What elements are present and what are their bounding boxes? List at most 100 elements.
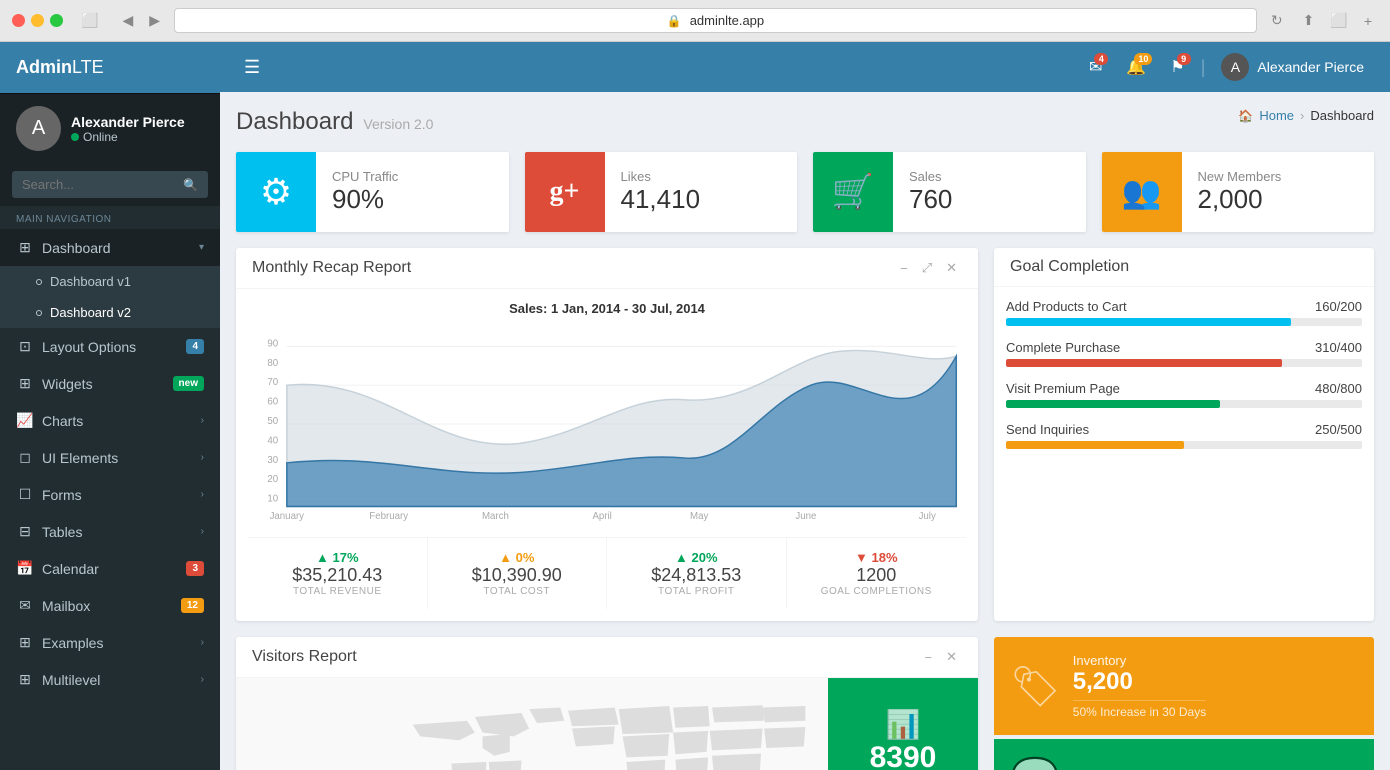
chevron-right-icon: ›	[201, 415, 204, 426]
box-tools: − ⤢ ✕	[895, 258, 962, 278]
messages-button[interactable]: ✉ 4	[1079, 51, 1112, 83]
refresh-button[interactable]: ↻	[1265, 10, 1289, 31]
goal-bar-3	[1006, 400, 1220, 408]
sidebar-label-calendar: Calendar	[42, 561, 178, 577]
messages-badge: 4	[1094, 53, 1108, 65]
breadcrumb-separator: ›	[1300, 108, 1304, 123]
close-dot[interactable]	[12, 14, 25, 27]
submenu-item-dashboard-v2: Dashboard v2	[0, 297, 220, 328]
url-bar[interactable]: 🔒 adminlte.app	[174, 8, 1257, 33]
nav-toggle-button[interactable]: ☰	[236, 53, 268, 82]
svg-text:20: 20	[267, 474, 278, 485]
user-name: Alexander Pierce	[71, 114, 185, 130]
app-container: AdminLTE A Alexander Pierce Online 🔍 MAI…	[0, 42, 1390, 770]
goal-progress-3	[1006, 400, 1362, 408]
notifications-button[interactable]: 🔔 10	[1116, 51, 1156, 83]
sidebar-item-layout-options: ⊡ Layout Options 4	[0, 328, 220, 365]
chevron-right-icon-2: ›	[201, 452, 204, 463]
flags-button[interactable]: ⚑ 9	[1160, 51, 1194, 83]
goal-label-1: Add Products to Cart	[1006, 299, 1127, 314]
close-visitors-button[interactable]: ✕	[941, 647, 962, 667]
sidebar-link-mailbox[interactable]: ✉ Mailbox 12	[0, 587, 220, 624]
minimize-box-button[interactable]: −	[895, 258, 913, 278]
sidebar-link-examples[interactable]: ⊞ Examples ›	[0, 624, 220, 661]
submenu-link-dashboard-v1[interactable]: Dashboard v1	[0, 266, 220, 297]
chart-container: Sales: 1 Jan, 2014 - 30 Jul, 2014 90 80 …	[248, 301, 966, 529]
minimize-dot[interactable]	[31, 14, 44, 27]
inventory-widget: 🏷 Inventory 5,200 50% Increase in 30 Day…	[994, 637, 1374, 735]
cost-value: $10,390.90	[436, 565, 599, 586]
sidebar-link-layout-options[interactable]: ⊡ Layout Options 4	[0, 328, 220, 365]
dashboard-submenu: Dashboard v1 Dashboard v2	[0, 266, 220, 328]
goal-value-4: 250/500	[1315, 422, 1362, 437]
submenu-label-dashboard-v2: Dashboard v2	[50, 305, 131, 320]
cost-label: TOTAL COST	[436, 586, 599, 597]
sidebar-link-calendar[interactable]: 📅 Calendar 3	[0, 550, 220, 587]
share-button[interactable]: ⬆	[1297, 10, 1321, 31]
sidebar-link-tables[interactable]: ⊟ Tables ›	[0, 513, 220, 550]
close-box-button[interactable]: ✕	[941, 258, 962, 278]
likes-label: Likes	[621, 169, 701, 184]
chevron-down-icon: ▾	[199, 242, 204, 253]
svg-text:June: June	[795, 511, 816, 522]
navbar-user-menu[interactable]: A Alexander Pierce	[1211, 47, 1374, 87]
ui-icon: ◻	[16, 449, 34, 466]
submenu-item-dashboard-v1: Dashboard v1	[0, 266, 220, 297]
sidebar-link-dashboard[interactable]: ⊞ Dashboard ▾	[0, 229, 220, 266]
cost-change: ▲ 0%	[436, 550, 599, 565]
search-bar[interactable]: 🔍	[12, 171, 208, 198]
inventory-sub: 50% Increase in 30 Days	[1073, 700, 1206, 719]
chevron-right-icon-6: ›	[201, 674, 204, 685]
breadcrumb-home-link[interactable]: Home	[1259, 108, 1294, 123]
goal-value-3: 480/800	[1315, 381, 1362, 396]
sidebar-link-ui-elements[interactable]: ◻ UI Elements ›	[0, 439, 220, 476]
stat-cost: ▲ 0% $10,390.90 TOTAL COST	[428, 538, 608, 609]
main-wrapper: ☰ ✉ 4 🔔 10 ⚑ 9 | A Alexander Pierc	[220, 42, 1390, 770]
new-tab-button[interactable]: ⬜	[1324, 10, 1353, 31]
extensions-button[interactable]: +	[1358, 10, 1378, 31]
sidebar-label-mailbox: Mailbox	[42, 598, 173, 614]
sidebar-link-forms[interactable]: ☐ Forms ›	[0, 476, 220, 513]
mentions-widget: 💬 Mentions	[994, 739, 1374, 770]
monthly-recap-box: Monthly Recap Report − ⤢ ✕ Sales: 1 Jan,…	[236, 248, 978, 621]
members-value: 2,000	[1198, 184, 1282, 215]
sidebar-link-widgets[interactable]: ⊞ Widgets new	[0, 365, 220, 402]
goal-bar-4	[1006, 441, 1184, 449]
revenue-value: $35,210.43	[256, 565, 419, 586]
submenu-link-dashboard-v2[interactable]: Dashboard v2	[0, 297, 220, 328]
top-navbar: ☰ ✉ 4 🔔 10 ⚑ 9 | A Alexander Pierc	[220, 42, 1390, 92]
maximize-dot[interactable]	[50, 14, 63, 27]
search-icon: 🔍	[183, 178, 198, 192]
browser-nav: ◀ ▶	[116, 10, 166, 31]
sidebar-link-multilevel[interactable]: ⊞ Multilevel ›	[0, 661, 220, 698]
avatar: A	[16, 106, 61, 151]
sidebar-toggle-btn[interactable]: ⬜	[75, 10, 104, 31]
svg-text:May: May	[690, 511, 708, 522]
sidebar-link-charts[interactable]: 📈 Charts ›	[0, 402, 220, 439]
svg-text:April: April	[592, 511, 611, 522]
forward-button[interactable]: ▶	[143, 10, 166, 31]
examples-icon: ⊞	[16, 634, 34, 651]
goal-label-2: Complete Purchase	[1006, 340, 1120, 355]
bar-chart-icon: 📊	[886, 708, 921, 741]
goal-bar-1	[1006, 318, 1291, 326]
goal-completion-box: Goal Completion Add Products to Cart 160…	[994, 248, 1374, 621]
breadcrumb-current: Dashboard	[1310, 108, 1374, 123]
browser-chrome: ⬜ ◀ ▶ 🔒 adminlte.app ↻ ⬆ ⬜ +	[0, 0, 1390, 42]
sidebar-label-charts: Charts	[42, 413, 193, 429]
completions-change: ▼ 18%	[795, 550, 959, 565]
visitors-title: Visitors Report	[252, 648, 357, 666]
visitors-tools: − ✕	[920, 647, 963, 667]
goal-item-header-2: Complete Purchase 310/400	[1006, 340, 1362, 355]
back-button[interactable]: ◀	[116, 10, 139, 31]
layout-icon: ⊡	[16, 338, 34, 355]
info-box-members: 👥 New Members 2,000	[1102, 152, 1375, 232]
mailbox-badge: 12	[181, 598, 204, 613]
user-status: Online	[71, 130, 185, 144]
inventory-content: Inventory 5,200 50% Increase in 30 Days	[1073, 653, 1206, 719]
submenu-circle-icon	[36, 279, 42, 285]
calendar-badge: 3	[186, 561, 204, 576]
minimize-visitors-button[interactable]: −	[920, 647, 938, 667]
search-input[interactable]	[22, 177, 183, 192]
expand-box-button[interactable]: ⤢	[917, 258, 937, 278]
